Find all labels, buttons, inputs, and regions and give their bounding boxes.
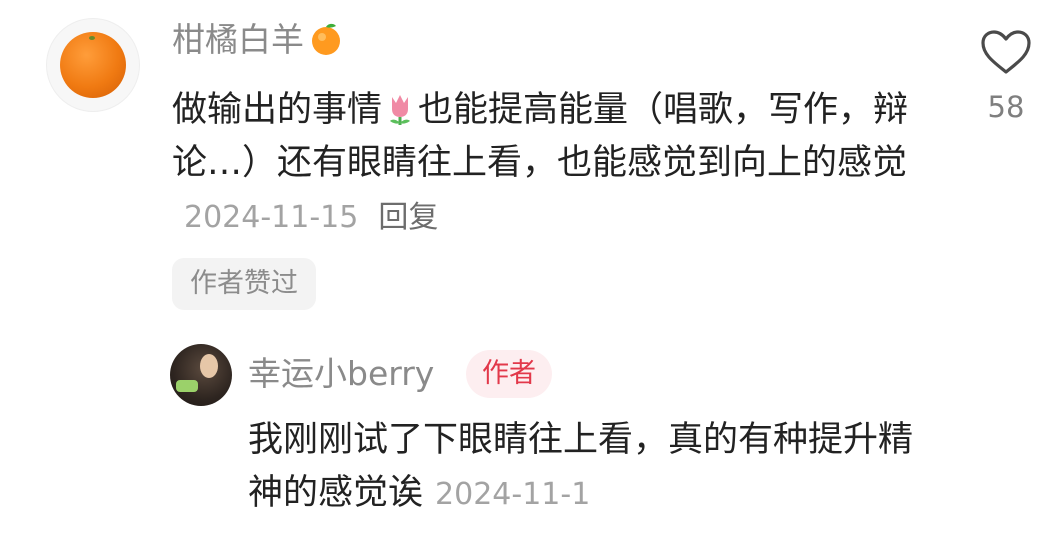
reply-button[interactable]: 回复 — [378, 200, 438, 235]
orange-avatar-image — [60, 32, 126, 98]
comment-thread: 柑橘白羊 做输出的事情 也能提高能量（唱歌，写作，辩论…）还有眼睛往上看，也能感… — [0, 0, 1048, 536]
author-liked-badge: 作者赞过 — [172, 258, 316, 310]
avatar-face-shape — [200, 354, 218, 378]
like-button[interactable]: 58 — [976, 28, 1036, 124]
comment-date: 2024-11-15 — [184, 200, 359, 235]
reply-username[interactable]: 幸运小berry — [248, 350, 434, 398]
orange-emoji-icon — [312, 23, 340, 55]
reply-date: 2024-11-1 — [435, 477, 591, 512]
comment-username-label: 柑橘白羊 — [172, 20, 304, 59]
avatar[interactable] — [46, 18, 140, 112]
comment-body: 做输出的事情 也能提高能量（唱歌，写作，辩论…）还有眼睛往上看，也能感觉到向上的… — [172, 84, 912, 244]
reply-body: 我刚刚试了下眼睛往上看，真的有种提升精神的感觉诶 2024-11-1 — [248, 414, 928, 521]
author-badge: 作者 — [466, 350, 552, 398]
reply-avatar[interactable] — [170, 344, 232, 406]
text-fade-overlay — [748, 470, 798, 520]
comment-text-part1: 做输出的事情 — [172, 90, 383, 130]
tulip-emoji-icon — [390, 95, 411, 125]
comment-username[interactable]: 柑橘白羊 — [172, 16, 344, 64]
heart-icon — [981, 30, 1031, 74]
like-count: 58 — [987, 90, 1025, 124]
avatar-cake-shape — [176, 380, 198, 392]
